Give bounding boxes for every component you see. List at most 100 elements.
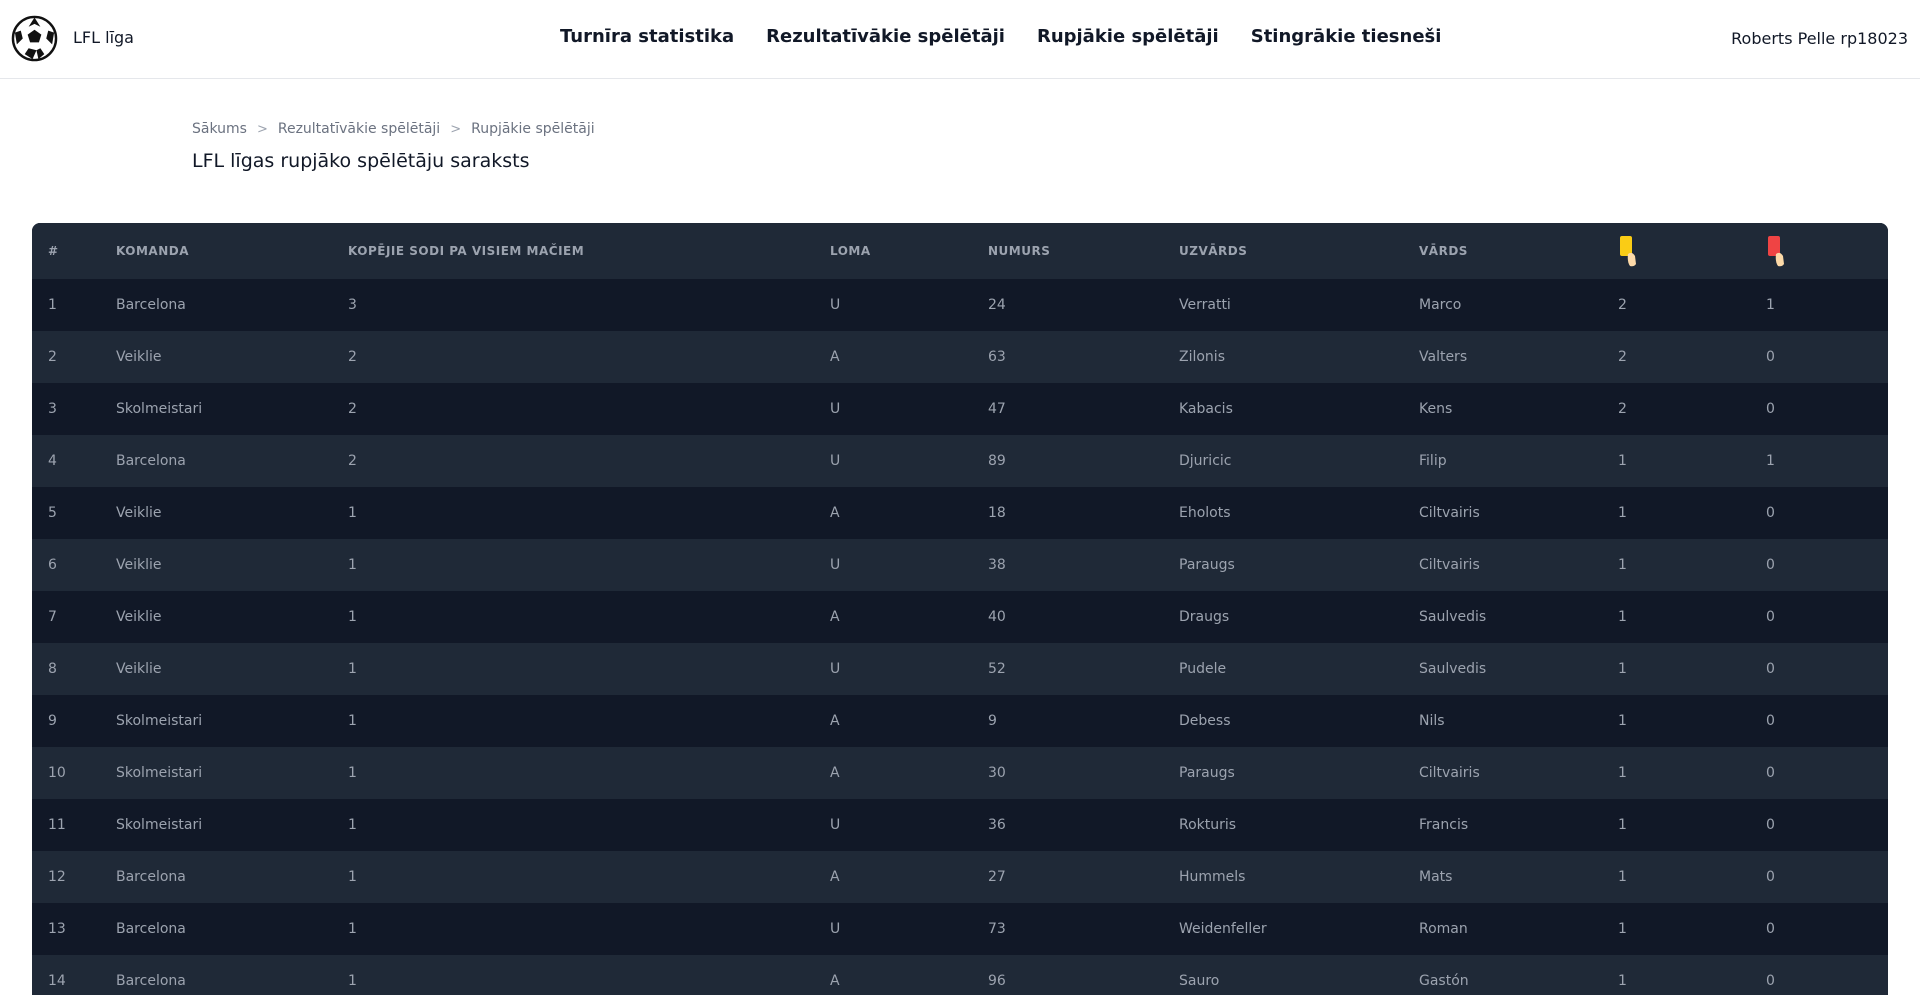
cell-number: 52 xyxy=(988,661,1006,677)
top-navbar: LFL līga Turnīra statistika Rezultatīvāk… xyxy=(0,0,1920,79)
col-header-team[interactable]: Komanda xyxy=(100,223,332,279)
cell-red-cards: 0 xyxy=(1766,401,1775,417)
col-header-total-penalties[interactable]: Kopējie sodi pa visiem mačiem xyxy=(332,223,814,279)
cell-role: U xyxy=(830,557,841,573)
cell-number: 38 xyxy=(988,557,1006,573)
cell-team: Veiklie xyxy=(116,505,162,521)
col-header-surname[interactable]: Uzvārds xyxy=(1163,223,1403,279)
breadcrumb-separator: > xyxy=(256,121,268,137)
col-header-red-cards[interactable] xyxy=(1750,223,1888,279)
cell-role: A xyxy=(830,713,840,729)
cell-red-cards: 0 xyxy=(1766,505,1775,521)
brand-title[interactable]: LFL līga xyxy=(73,28,134,47)
cell-name: Roman xyxy=(1419,921,1468,937)
table-row[interactable]: 10 Skolmeistari 1 A 30 Paraugs Ciltvairis 1 0 xyxy=(32,747,1888,799)
table-row[interactable]: 7 Veiklie 1 A 40 Draugs Saulvedis 1 0 xyxy=(32,591,1888,643)
cell-surname: Weidenfeller xyxy=(1179,921,1267,937)
players-table-container: # Komanda Kopējie sodi pa visiem mačiem … xyxy=(32,223,1888,995)
cell-team: Skolmeistari xyxy=(116,817,203,833)
table-row[interactable]: 14 Barcelona 1 A 96 Sauro Gastón 1 0 xyxy=(32,955,1888,995)
cell-yellow-cards: 1 xyxy=(1618,973,1627,989)
cell-total-penalties: 1 xyxy=(348,817,357,833)
breadcrumb: Sākums > Rezultatīvākie spēlētāji > Rupj… xyxy=(192,121,595,137)
breadcrumb-roughest-players[interactable]: Rupjākie spēlētāji xyxy=(471,121,595,137)
table-row[interactable]: 9 Skolmeistari 1 A 9 Debess Nils 1 0 xyxy=(32,695,1888,747)
cell-team: Skolmeistari xyxy=(116,401,203,417)
nav-link-tournament-stats[interactable]: Turnīra statistika xyxy=(560,26,734,47)
cell-number: 63 xyxy=(988,349,1006,365)
cell-yellow-cards: 1 xyxy=(1618,817,1627,833)
table-row[interactable]: 11 Skolmeistari 1 U 36 Rokturis Francis 1 0 xyxy=(32,799,1888,851)
table-row[interactable]: 1 Barcelona 3 U 24 Verratti Marco 2 1 xyxy=(32,279,1888,331)
cell-number: 30 xyxy=(988,765,1006,781)
cell-team: Veiklie xyxy=(116,557,162,573)
table-row[interactable]: 3 Skolmeistari 2 U 47 Kabacis Kens 2 0 xyxy=(32,383,1888,435)
red-card-icon xyxy=(1768,236,1784,267)
cell-total-penalties: 1 xyxy=(348,713,357,729)
cell-number: 73 xyxy=(988,921,1006,937)
col-header-role[interactable]: Loma xyxy=(814,223,972,279)
cell-red-cards: 0 xyxy=(1766,921,1775,937)
cell-index: 14 xyxy=(48,973,66,989)
cell-name: Valters xyxy=(1419,349,1468,365)
cell-name: Gastón xyxy=(1419,973,1469,989)
table-row[interactable]: 12 Barcelona 1 A 27 Hummels Mats 1 0 xyxy=(32,851,1888,903)
cell-yellow-cards: 1 xyxy=(1618,713,1627,729)
table-row[interactable]: 8 Veiklie 1 U 52 Pudele Saulvedis 1 0 xyxy=(32,643,1888,695)
table-row[interactable]: 5 Veiklie 1 A 18 Eholots Ciltvairis 1 0 xyxy=(32,487,1888,539)
cell-red-cards: 0 xyxy=(1766,713,1775,729)
cell-yellow-cards: 1 xyxy=(1618,869,1627,885)
cell-index: 2 xyxy=(48,349,57,365)
cell-surname: Kabacis xyxy=(1179,401,1233,417)
cell-index: 3 xyxy=(48,401,57,417)
nav-link-roughest-players[interactable]: Rupjākie spēlētāji xyxy=(1037,26,1219,47)
cell-role: A xyxy=(830,869,840,885)
cell-name: Marco xyxy=(1419,297,1462,313)
soccer-ball-logo-icon[interactable] xyxy=(11,15,58,62)
user-name[interactable]: Roberts Pelle rp18023 xyxy=(1731,29,1908,48)
cell-surname: Draugs xyxy=(1179,609,1230,625)
cell-red-cards: 0 xyxy=(1766,973,1775,989)
table-row[interactable]: 6 Veiklie 1 U 38 Paraugs Ciltvairis 1 0 xyxy=(32,539,1888,591)
col-header-number[interactable]: Numurs xyxy=(972,223,1163,279)
nav-link-strictest-referees[interactable]: Stingrākie tiesneši xyxy=(1251,26,1442,47)
table-body: 1 Barcelona 3 U 24 Verratti Marco 2 1 2 Veiklie 2 A 6… xyxy=(32,279,1888,995)
players-table: # Komanda Kopējie sodi pa visiem mačiem … xyxy=(32,223,1888,995)
table-row[interactable]: 13 Barcelona 1 U 73 Weidenfeller Roman 1 0 xyxy=(32,903,1888,955)
cell-yellow-cards: 2 xyxy=(1618,297,1627,313)
col-header-name[interactable]: Vārds xyxy=(1403,223,1602,279)
cell-role: U xyxy=(830,921,841,937)
breadcrumb-home[interactable]: Sākums xyxy=(192,121,247,137)
cell-total-penalties: 1 xyxy=(348,869,357,885)
cell-index: 12 xyxy=(48,869,66,885)
cell-team: Barcelona xyxy=(116,921,186,937)
page-title: LFL līgas rupjāko spēlētāju saraksts xyxy=(192,150,530,172)
cell-index: 11 xyxy=(48,817,66,833)
cell-index: 10 xyxy=(48,765,66,781)
cell-name: Francis xyxy=(1419,817,1469,833)
cell-index: 13 xyxy=(48,921,66,937)
cell-number: 36 xyxy=(988,817,1006,833)
cell-red-cards: 0 xyxy=(1766,557,1775,573)
cell-surname: Verratti xyxy=(1179,297,1231,313)
cell-role: A xyxy=(830,349,840,365)
table-row[interactable]: 4 Barcelona 2 U 89 Djuricic Filip 1 1 xyxy=(32,435,1888,487)
table-row[interactable]: 2 Veiklie 2 A 63 Zilonis Valters 2 0 xyxy=(32,331,1888,383)
cell-surname: Sauro xyxy=(1179,973,1220,989)
cell-total-penalties: 1 xyxy=(348,505,357,521)
col-header-yellow-cards[interactable] xyxy=(1602,223,1750,279)
cell-surname: Hummels xyxy=(1179,869,1246,885)
col-header-index[interactable]: # xyxy=(32,223,100,279)
cell-red-cards: 1 xyxy=(1766,453,1775,469)
cell-index: 9 xyxy=(48,713,57,729)
cell-red-cards: 0 xyxy=(1766,869,1775,885)
cell-role: U xyxy=(830,453,841,469)
cell-index: 4 xyxy=(48,453,57,469)
cell-team: Barcelona xyxy=(116,297,186,313)
cell-role: U xyxy=(830,297,841,313)
cell-number: 27 xyxy=(988,869,1006,885)
cell-yellow-cards: 1 xyxy=(1618,505,1627,521)
cell-role: A xyxy=(830,609,840,625)
breadcrumb-top-scorers[interactable]: Rezultatīvākie spēlētāji xyxy=(278,121,440,137)
nav-link-top-scorers[interactable]: Rezultatīvākie spēlētāji xyxy=(766,26,1005,47)
